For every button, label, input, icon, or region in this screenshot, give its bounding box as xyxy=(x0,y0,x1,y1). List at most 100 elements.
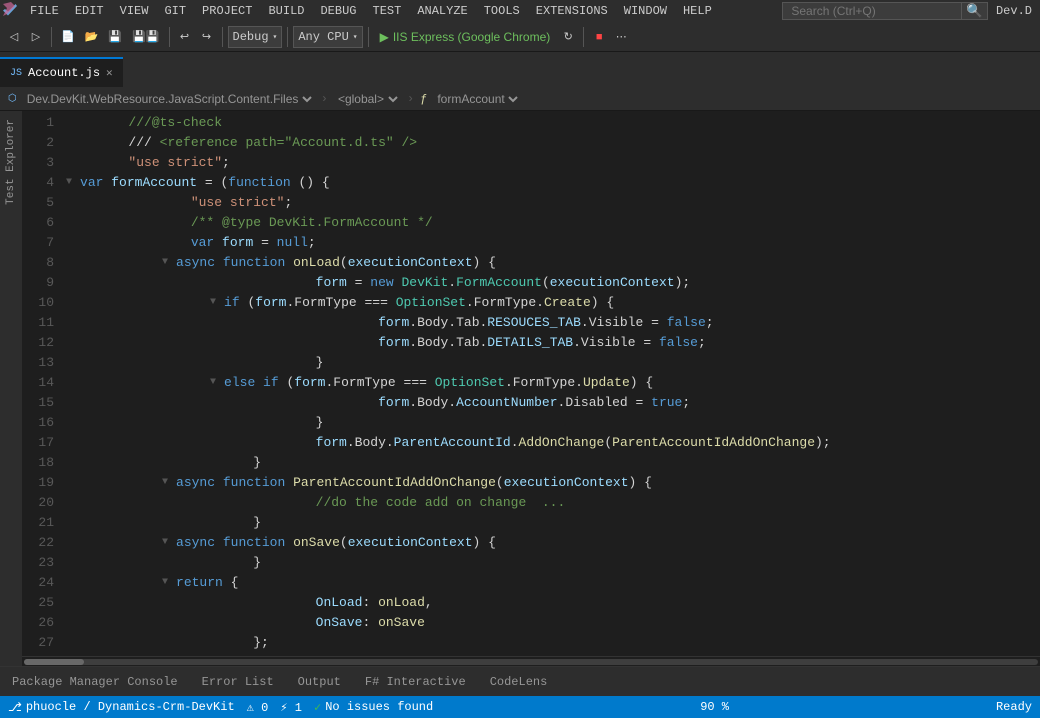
code-token: ▼ xyxy=(66,573,174,593)
bottom-tab-package-manager-console[interactable]: Package Manager Console xyxy=(0,667,190,697)
code-token: async xyxy=(176,533,223,553)
more-btn[interactable]: ⋯ xyxy=(611,25,631,49)
bottom-tab-output[interactable]: Output xyxy=(286,667,353,697)
code-line-9: form = new DevKit.FormAccount(executionC… xyxy=(66,273,1026,293)
menu-item-extensions[interactable]: EXTENSIONS xyxy=(528,0,616,22)
code-token: . xyxy=(448,273,456,293)
error-status[interactable]: ⚠ 0 xyxy=(247,700,269,715)
h-scrollbar-thumb[interactable] xyxy=(24,659,84,665)
refresh-btn[interactable]: ↻ xyxy=(558,25,578,49)
git-icon: ⎇ xyxy=(8,700,22,715)
code-token: executionContext xyxy=(348,533,473,553)
code-token: onLoad xyxy=(293,253,340,273)
horizontal-scrollbar[interactable] xyxy=(22,656,1040,666)
navigate-fwd-btn[interactable]: ▷ xyxy=(26,25,46,49)
cpu-config-dropdown[interactable]: Any CPU ▾ xyxy=(293,26,362,48)
redo-btn[interactable]: ↪ xyxy=(197,25,217,49)
bottom-tab-codelens[interactable]: CodeLens xyxy=(478,667,560,697)
breadcrumb-symbol-select[interactable]: formAccount xyxy=(433,91,521,107)
tab-account-js[interactable]: JS Account.js ✕ xyxy=(0,57,123,87)
save-btn[interactable]: 💾 xyxy=(104,25,126,49)
menu-item-file[interactable]: FILE xyxy=(22,0,67,22)
code-line-6: /** @type DevKit.FormAccount */ xyxy=(66,213,1026,233)
status-right: Ready xyxy=(996,700,1032,714)
code-token: function xyxy=(228,173,298,193)
code-token: ▼ xyxy=(66,253,174,273)
code-token: ▼ xyxy=(66,373,222,393)
search-input[interactable] xyxy=(782,2,962,20)
tab-close-btn[interactable]: ✕ xyxy=(106,66,113,80)
code-token: OptionSet xyxy=(435,373,505,393)
code-token: onLoad xyxy=(378,593,425,613)
code-token xyxy=(66,593,316,613)
search-button[interactable]: 🔍 xyxy=(962,2,988,20)
menu-item-project[interactable]: PROJECT xyxy=(194,0,260,22)
code-token: .Visible = xyxy=(573,333,659,353)
new-file-btn[interactable]: 📄 xyxy=(57,25,79,49)
code-line-22: ▼ async function onSave(executionContext… xyxy=(66,533,1026,553)
code-token: = ( xyxy=(197,173,228,193)
code-lines[interactable]: ///@ts-check /// <reference path="Accoun… xyxy=(62,111,1026,656)
code-line-13: } xyxy=(66,353,1026,373)
git-status[interactable]: ⎇ phuocle / Dynamics-Crm-DevKit xyxy=(8,700,235,715)
menu-item-debug[interactable]: DEBUG xyxy=(312,0,364,22)
zoom-level[interactable]: 90 % xyxy=(700,700,729,714)
code-token: <reference path="Account.d.ts" /> xyxy=(160,133,417,153)
open-btn[interactable]: 📂 xyxy=(81,25,103,49)
code-token: .FormType. xyxy=(505,373,583,393)
breadcrumb-scope-select[interactable]: <global> xyxy=(334,91,401,107)
sep5 xyxy=(368,27,369,47)
code-token: onSave xyxy=(293,533,340,553)
code-token: , xyxy=(425,593,433,613)
menu-item-help[interactable]: HELP xyxy=(675,0,720,22)
stop-btn[interactable]: ■ xyxy=(589,25,609,49)
menu-item-edit[interactable]: EDIT xyxy=(67,0,112,22)
menu-item-git[interactable]: GIT xyxy=(156,0,194,22)
code-token: : xyxy=(362,593,378,613)
code-line-7: var form = null; xyxy=(66,233,1026,253)
code-token: ▼ xyxy=(66,293,222,313)
test-explorer-tab[interactable]: Test Explorer xyxy=(3,111,19,213)
menu-item-window[interactable]: WINDOW xyxy=(616,0,675,22)
no-issues[interactable]: ✓No issues found xyxy=(314,700,433,715)
code-token: ///@ts-check xyxy=(66,113,222,133)
menu-item-build[interactable]: BUILD xyxy=(260,0,312,22)
run-button[interactable]: ▶ IIS Express (Google Chrome) xyxy=(374,28,557,46)
code-token: ( xyxy=(247,293,255,313)
code-line-4: ▼ var formAccount = (function () { xyxy=(66,173,1026,193)
code-token: "use strict" xyxy=(191,193,285,213)
code-token: ) { xyxy=(630,373,653,393)
breadcrumb-project-select[interactable]: Dev.DevKit.WebResource.JavaScript.Conten… xyxy=(23,91,315,107)
vs-logo xyxy=(0,0,22,22)
code-line-14: ▼ else if (form.FormType === OptionSet.F… xyxy=(66,373,1026,393)
navigate-back-btn[interactable]: ◁ xyxy=(4,25,24,49)
save-all-btn[interactable]: 💾💾 xyxy=(128,25,163,49)
sep2 xyxy=(169,27,170,47)
code-token: .Body. xyxy=(347,433,394,453)
code-token: form xyxy=(316,433,347,453)
h-scrollbar-track xyxy=(24,659,1038,665)
code-token: false xyxy=(667,313,706,333)
vertical-scrollbar[interactable] xyxy=(1026,111,1040,656)
sep3 xyxy=(222,27,223,47)
code-token: true xyxy=(651,393,682,413)
code-token: form xyxy=(378,333,409,353)
undo-btn[interactable]: ↩ xyxy=(175,25,195,49)
menu-item-tools[interactable]: TOOLS xyxy=(476,0,528,22)
menu-item-view[interactable]: VIEW xyxy=(112,0,157,22)
warning-status[interactable]: ⚡ 1 xyxy=(280,700,302,715)
code-token: . xyxy=(511,433,519,453)
bottom-tab-error-list[interactable]: Error List xyxy=(190,667,286,697)
line-number-24: 24 xyxy=(30,573,54,593)
code-token: .Body.Tab. xyxy=(409,313,487,333)
code-token: ParentAccountId xyxy=(394,433,511,453)
menu-item-test[interactable]: TEST xyxy=(365,0,410,22)
code-token: OnSave xyxy=(316,613,363,633)
line-number-6: 6 xyxy=(30,213,54,233)
menu-item-analyze[interactable]: ANALYZE xyxy=(409,0,475,22)
code-line-23: } xyxy=(66,553,1026,573)
bottom-tab-f#-interactive[interactable]: F# Interactive xyxy=(353,667,478,697)
code-token: ▼ xyxy=(66,173,78,193)
ready-label: Ready xyxy=(996,700,1032,714)
debug-config-dropdown[interactable]: Debug ▾ xyxy=(228,26,283,48)
